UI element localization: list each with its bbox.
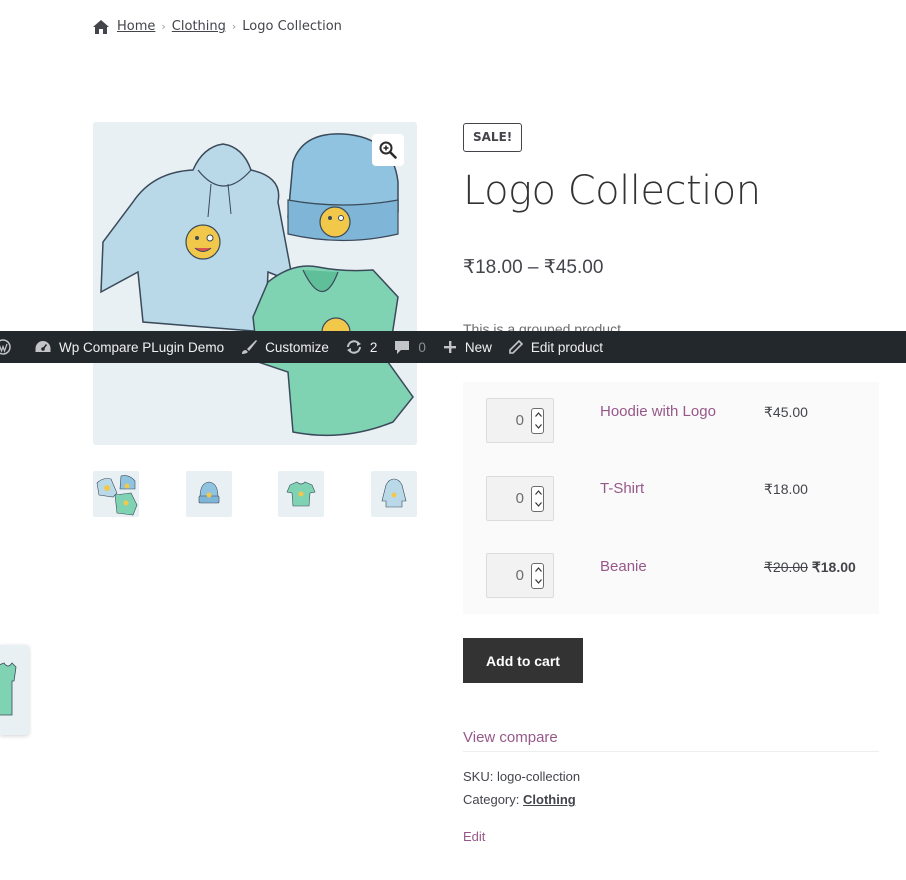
comment-icon [395, 341, 410, 354]
product-main-image[interactable] [93, 122, 417, 445]
quantity-stepper[interactable]: 0 [486, 476, 554, 521]
divider [463, 751, 879, 752]
edit-product-menu[interactable]: Edit product [500, 331, 611, 363]
breadcrumb-current: Logo Collection [242, 19, 342, 34]
dashboard-icon [35, 341, 51, 352]
chevron-down-icon[interactable] [534, 421, 542, 432]
zoom-button[interactable] [372, 134, 404, 166]
logo-collection-thumb-image [96, 475, 138, 516]
magnify-plus-icon [379, 141, 397, 159]
chevron-down-icon[interactable] [534, 576, 542, 587]
regular-price: ₹20.00 [764, 559, 808, 575]
breadcrumb-separator: › [231, 20, 237, 33]
chevron-up-icon[interactable] [534, 487, 542, 498]
thumbnail-logo-collection[interactable] [93, 471, 139, 517]
thumbnail-tshirt[interactable] [278, 471, 324, 517]
product-category: Category: Clothing [463, 792, 576, 807]
thumbnail-hoodie[interactable] [371, 471, 417, 517]
quantity-stepper[interactable]: 0 [486, 398, 554, 443]
category-link[interactable]: Clothing [523, 792, 576, 807]
customize-label: Customize [265, 339, 329, 355]
wordpress-icon [0, 339, 11, 355]
breadcrumb-home-link[interactable]: Home [117, 19, 155, 34]
quantity-value: 0 [515, 567, 524, 584]
quantity-value: 0 [515, 490, 524, 507]
updates-count: 2 [369, 339, 378, 355]
chevron-up-icon[interactable] [534, 564, 542, 575]
updates-menu[interactable]: 2 [337, 331, 386, 363]
category-label: Category: [463, 792, 520, 807]
add-to-cart-button[interactable]: Add to cart [463, 638, 583, 683]
quantity-spinner[interactable] [531, 563, 544, 589]
chevron-up-icon[interactable] [534, 409, 542, 420]
sku-label: SKU: [463, 769, 494, 784]
edit-product-label: Edit product [530, 339, 603, 355]
wp-logo-menu[interactable] [0, 331, 26, 363]
table-row: 0 Beanie ₹20.00 ₹18.00 [463, 537, 879, 614]
breadcrumb-separator: › [161, 20, 166, 33]
update-icon [346, 340, 361, 354]
price-range: ₹18.00 – ₹45.00 [463, 257, 604, 278]
quantity-spinner[interactable] [531, 408, 544, 434]
hoodie-thumb-image [381, 478, 407, 508]
site-name-label: Wp Compare PLugin Demo [59, 339, 225, 355]
plus-icon [443, 341, 456, 353]
home-icon [93, 19, 109, 34]
wp-admin-bar: Wp Compare PLugin Demo Customize 2 0 New [0, 331, 906, 363]
product-title: Logo Collection [463, 168, 761, 214]
grouped-products-table: 0 Hoodie with Logo ₹45.00 0 T-Shirt ₹18.… [463, 382, 879, 614]
thumbnail-beanie[interactable] [186, 471, 232, 517]
grouped-item-link[interactable]: T-Shirt [600, 480, 644, 497]
paintbrush-icon [242, 340, 258, 354]
grouped-item-price: ₹45.00 [764, 404, 808, 420]
chevron-down-icon[interactable] [534, 499, 542, 510]
table-row: 0 T-Shirt ₹18.00 [463, 460, 879, 537]
sale-badge: SALE! [463, 123, 523, 152]
product-illustration [100, 133, 414, 437]
customize-menu[interactable]: Customize [232, 331, 337, 363]
breadcrumb: Home › Clothing › Logo Collection [93, 19, 342, 34]
comments-count: 0 [418, 339, 426, 355]
sku-value: logo-collection [496, 769, 581, 784]
comments-menu[interactable]: 0 [385, 331, 434, 363]
grouped-item-link[interactable]: Beanie [600, 558, 647, 575]
grouped-item-price: ₹18.00 [764, 481, 808, 497]
quantity-spinner[interactable] [531, 486, 544, 512]
tshirt-thumb-image [286, 481, 316, 507]
pencil-icon [509, 339, 524, 354]
new-content-menu[interactable]: New [434, 331, 500, 363]
table-row: 0 Hoodie with Logo ₹45.00 [463, 382, 879, 459]
quantity-value: 0 [515, 412, 524, 429]
floating-compare-tab[interactable] [0, 645, 29, 735]
grouped-item-link[interactable]: Hoodie with Logo [600, 403, 716, 420]
grouped-item-price: ₹20.00 ₹18.00 [764, 559, 856, 576]
edit-link[interactable]: Edit [463, 829, 485, 844]
quantity-stepper[interactable]: 0 [486, 553, 554, 598]
site-name-menu[interactable]: Wp Compare PLugin Demo [26, 331, 232, 363]
breadcrumb-category-link[interactable]: Clothing [172, 19, 226, 34]
beanie-thumb-image [198, 481, 220, 504]
tshirt-icon [0, 662, 17, 716]
new-label: New [464, 339, 492, 355]
product-sku: SKU: logo-collection [463, 769, 580, 784]
sale-price: ₹18.00 [811, 559, 856, 575]
view-compare-link[interactable]: View compare [463, 729, 558, 746]
